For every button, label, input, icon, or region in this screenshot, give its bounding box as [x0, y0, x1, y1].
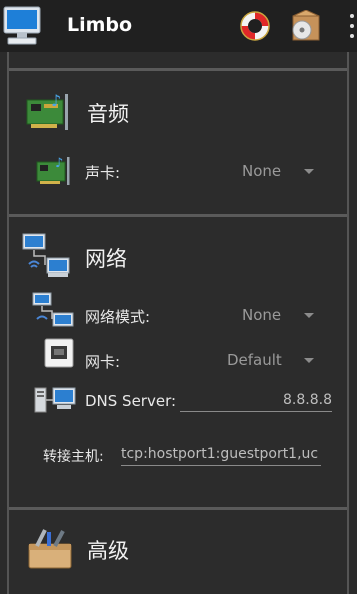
network-card-icon — [43, 337, 75, 373]
section-audio-title: 音频 — [87, 102, 129, 126]
svg-text:♪: ♪ — [51, 91, 61, 110]
section-audio-header[interactable]: ♪ 音频 — [25, 90, 129, 136]
computer-icon — [2, 5, 42, 51]
forward-label: 转接主机: — [43, 449, 104, 465]
lifebuoy-icon[interactable] — [239, 10, 271, 46]
nic-value[interactable]: Default — [227, 351, 282, 369]
section-network-header[interactable]: 网络 — [21, 232, 127, 284]
divider — [9, 507, 347, 510]
settings-list: ♪ 音频 ♪ 声卡: None 网络 网络模式: None 网卡: Defaul… — [7, 52, 349, 594]
divider — [9, 68, 347, 71]
sound-card-row[interactable]: ♪ 声卡: None — [9, 154, 347, 188]
chevron-down-icon — [304, 313, 314, 318]
nic-row[interactable]: 网卡: Default — [9, 337, 347, 371]
nic-label: 网卡: — [85, 353, 121, 371]
section-network-title: 网络 — [85, 247, 127, 271]
network-mode-label: 网络模式: — [85, 308, 151, 326]
svg-text:♪: ♪ — [55, 156, 63, 171]
chevron-down-icon — [304, 169, 314, 174]
network-computers-icon — [21, 232, 73, 284]
section-advanced-header[interactable]: 高级 — [25, 526, 129, 574]
divider — [9, 214, 347, 217]
app-bar: Limbo — [0, 0, 357, 52]
overflow-menu-icon[interactable] — [349, 14, 355, 38]
dns-server-icon — [33, 384, 79, 420]
forward-input[interactable]: tcp:hostport1:guestport1,uc — [121, 446, 321, 466]
app-title: Limbo — [67, 14, 133, 36]
network-computers-icon — [31, 292, 77, 336]
sound-card-value[interactable]: None — [242, 162, 281, 180]
network-mode-value[interactable]: None — [242, 306, 281, 324]
section-advanced-title: 高级 — [87, 539, 129, 563]
network-mode-row[interactable]: 网络模式: None — [9, 292, 347, 327]
sound-card-icon: ♪ — [25, 90, 75, 136]
sound-card-label: 声卡: — [85, 164, 121, 182]
tools-box-icon — [25, 526, 75, 574]
forward-row[interactable]: 转接主机: tcp:hostport1:guestport1,uc — [9, 440, 347, 474]
sound-card-icon: ♪ — [35, 154, 75, 192]
dns-row[interactable]: DNS Server: 8.8.8.8 — [9, 384, 347, 418]
dns-label: DNS Server: — [85, 392, 177, 410]
disc-box-icon[interactable] — [289, 9, 323, 46]
chevron-down-icon — [304, 358, 314, 363]
dns-input[interactable]: 8.8.8.8 — [180, 392, 332, 412]
